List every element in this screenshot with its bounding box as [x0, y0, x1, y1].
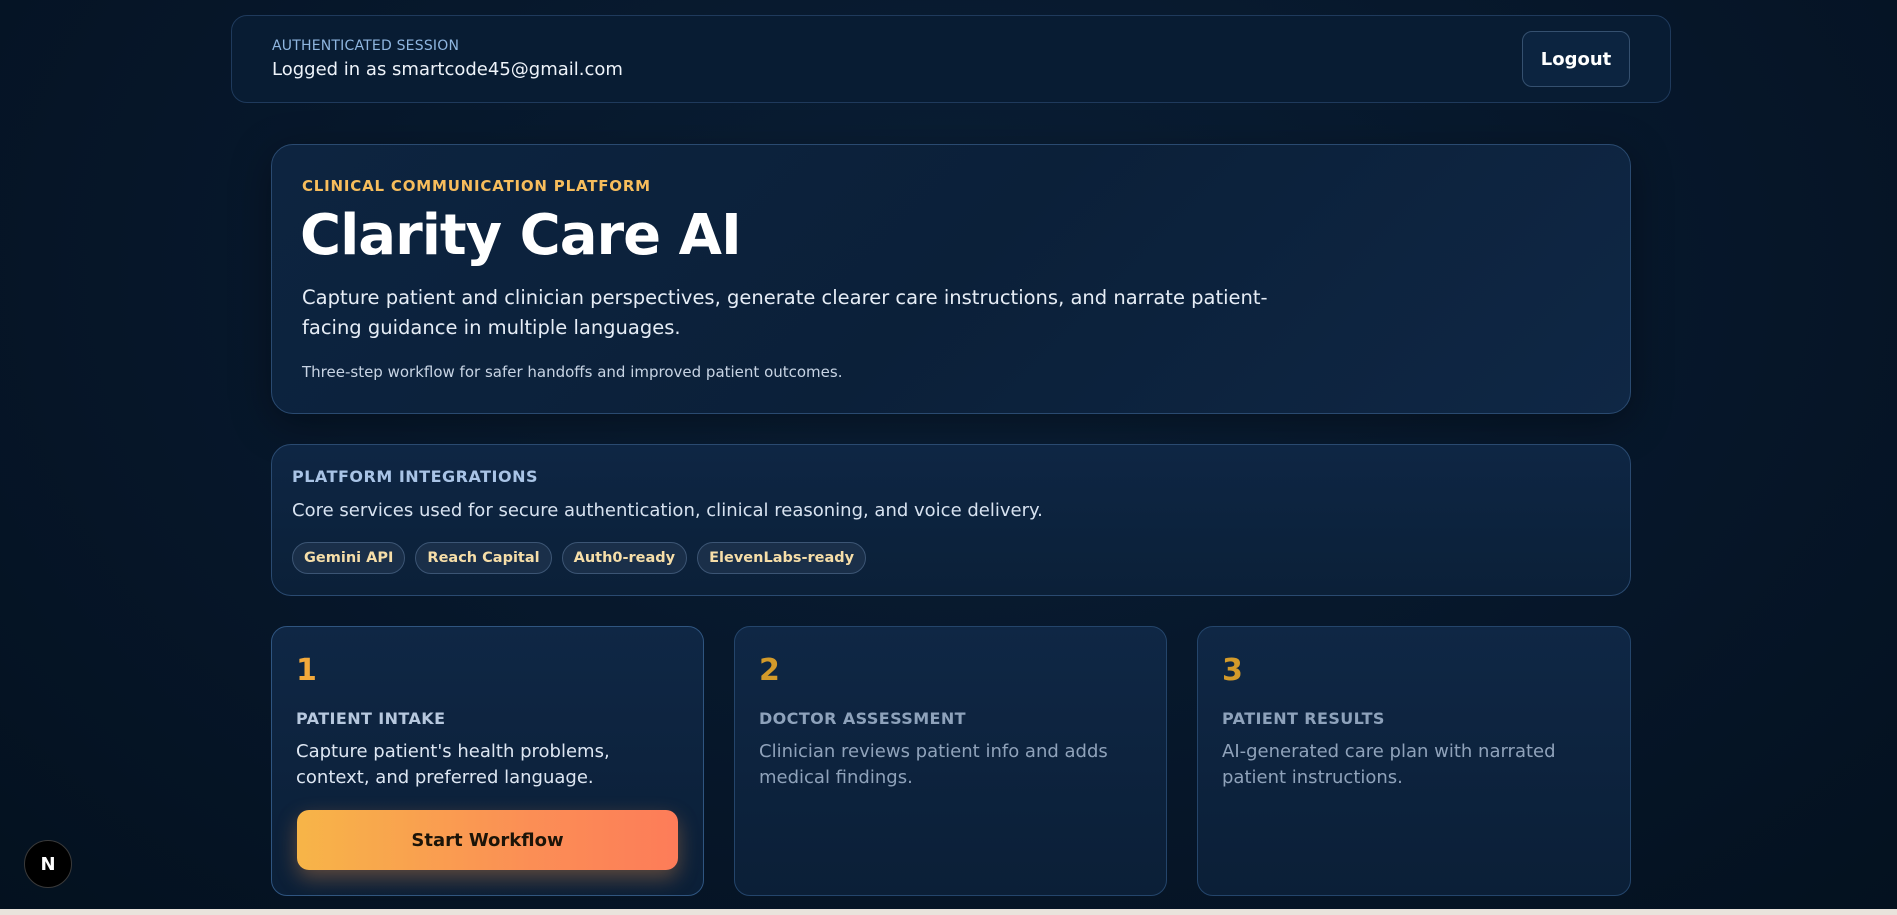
step-number: 3: [1222, 653, 1243, 688]
start-workflow-button[interactable]: Start Workflow: [297, 810, 678, 870]
hero-card: CLINICAL COMMUNICATION PLATFORM Clarity …: [271, 144, 1631, 414]
integrations-card: PLATFORM INTEGRATIONS Core services used…: [271, 444, 1631, 596]
nextjs-dev-icon[interactable]: N: [24, 840, 72, 888]
step-number: 2: [759, 653, 780, 688]
logged-in-user: Logged in as smartcode45@gmail.com: [272, 59, 623, 80]
step-title: DOCTOR ASSESSMENT: [759, 709, 966, 728]
integrations-description: Core services used for secure authentica…: [292, 500, 1043, 521]
integration-chips: Gemini API Reach Capital Auth0-ready Ele…: [292, 542, 867, 574]
step-title: PATIENT RESULTS: [1222, 709, 1385, 728]
page-title: Clarity Care AI: [300, 203, 742, 268]
step-card-patient-results: 3 PATIENT RESULTS AI-generated care plan…: [1197, 626, 1631, 896]
step-description: AI-generated care plan with narrated pat…: [1222, 741, 1556, 788]
session-bar: AUTHENTICATED SESSION Logged in as smart…: [231, 15, 1671, 103]
chip-auth0: Auth0-ready: [561, 542, 688, 574]
step-title: PATIENT INTAKE: [296, 709, 446, 728]
hero-description: Capture patient and clinician perspectiv…: [302, 286, 1268, 339]
step-number: 1: [296, 653, 317, 688]
page: AUTHENTICATED SESSION Logged in as smart…: [0, 0, 1897, 915]
chip-elevenlabs: ElevenLabs-ready: [697, 542, 867, 574]
chip-gemini-api: Gemini API: [292, 542, 406, 574]
integrations-title: PLATFORM INTEGRATIONS: [292, 467, 538, 486]
hero-note: Three-step workflow for safer handoffs a…: [302, 363, 843, 381]
step-card-patient-intake: 1 PATIENT INTAKE Capture patient's healt…: [271, 626, 704, 896]
step-description: Capture patient's health problems, conte…: [296, 741, 610, 788]
step-card-doctor-assessment: 2 DOCTOR ASSESSMENT Clinician reviews pa…: [734, 626, 1167, 896]
chip-reach-capital: Reach Capital: [415, 542, 552, 574]
bottom-divider: [0, 909, 1897, 915]
step-description: Clinician reviews patient info and adds …: [759, 741, 1108, 788]
hero-eyebrow: CLINICAL COMMUNICATION PLATFORM: [302, 177, 651, 195]
session-label: AUTHENTICATED SESSION: [272, 38, 460, 54]
logout-button[interactable]: Logout: [1522, 31, 1630, 87]
